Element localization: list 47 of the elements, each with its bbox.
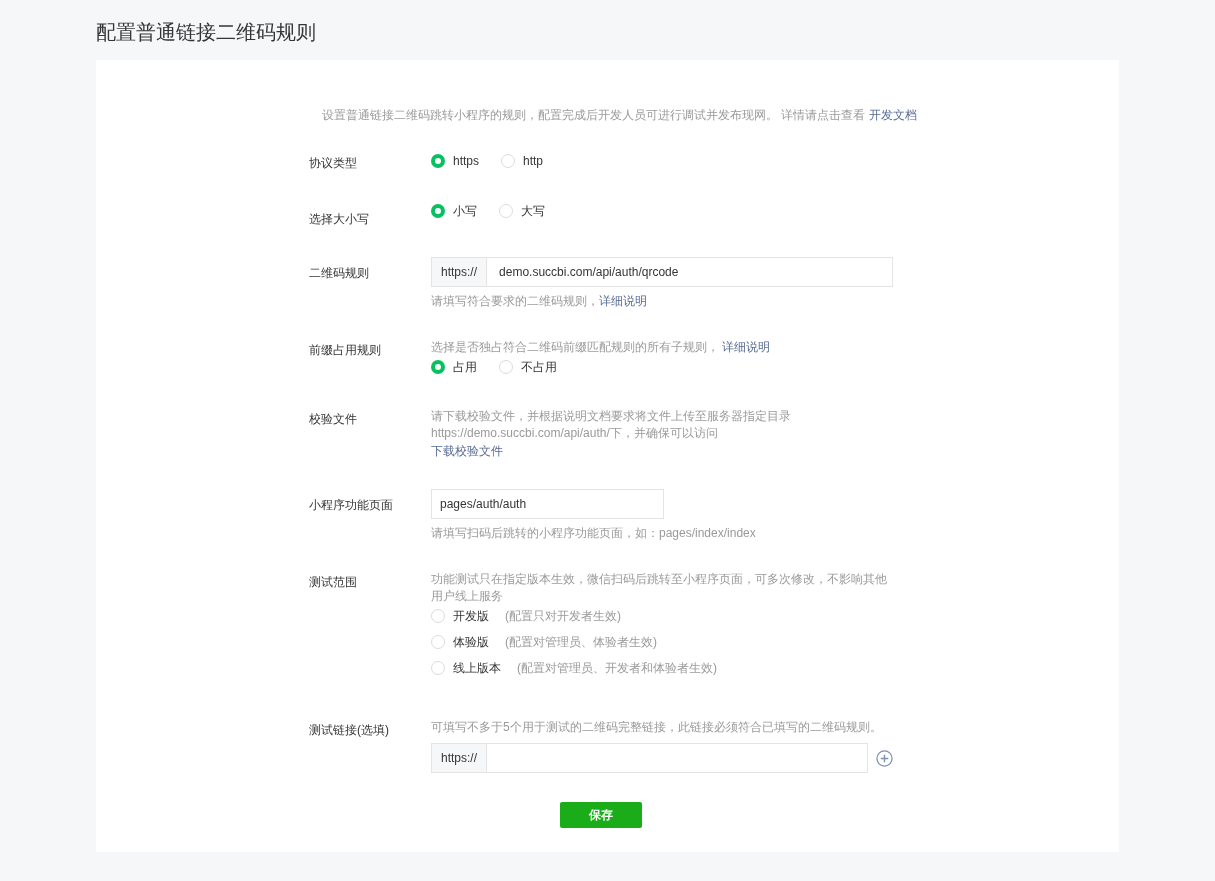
url-input[interactable]: demo.succbi.com/api/auth/qrcode	[486, 257, 893, 287]
description-text: 请下载校验文件，并根据说明文档要求将文件上传至服务器指定目录https://demo.succbi.com/api/auth/下，并确保可以访问	[431, 408, 792, 442]
field-label: 小程序功能页面	[309, 497, 394, 514]
url-prefix: https://	[431, 743, 488, 773]
field-label: 校验文件	[309, 411, 358, 428]
option-note: (配置只对开发者生效)	[505, 608, 621, 625]
option-note: (配置对管理员、开发者和体验者生效)	[517, 660, 717, 677]
radio-circle[interactable]	[431, 635, 445, 649]
radio-circle[interactable]	[431, 154, 445, 168]
field-label: 选择大小写	[309, 211, 370, 228]
download-link[interactable]: 下载校验文件	[431, 442, 503, 460]
radio-circle[interactable]	[431, 609, 445, 623]
radio-option[interactable]: 开发版 (配置只对开发者生效)	[431, 607, 871, 625]
radio-option[interactable]: 不占用	[499, 358, 557, 376]
radio-circle[interactable]	[499, 360, 513, 374]
radio-option[interactable]: 小写	[431, 202, 477, 220]
url-prefix: https://	[431, 257, 488, 287]
description-text: 可填写不多于5个用于测试的二维码完整链接，此链接必须符合已填写的二维码规则。	[431, 719, 883, 736]
details-link[interactable]: 详细说明	[599, 294, 647, 308]
radio-circle[interactable]	[501, 154, 515, 168]
field-label: 测试范围	[309, 574, 358, 591]
page-title: 配置普通链接二维码规则	[96, 20, 317, 45]
field-label: 二维码规则	[309, 265, 370, 282]
radio-option[interactable]: 体验版 (配置对管理员、体验者生效)	[431, 633, 871, 651]
radio-circle[interactable]	[499, 204, 513, 218]
url-input[interactable]	[486, 743, 868, 773]
radio-option[interactable]: 大写	[499, 202, 545, 220]
radio-circle[interactable]	[431, 360, 445, 374]
field-label: 协议类型	[309, 155, 358, 172]
radio-option[interactable]: 占用	[431, 358, 477, 376]
field-label: 前缀占用规则	[309, 342, 382, 359]
option-note: (配置对管理员、体验者生效)	[505, 634, 657, 651]
hint-text: 请填写扫码后跳转的小程序功能页面，如：pages/index/index	[431, 525, 757, 542]
add-icon[interactable]	[876, 749, 893, 767]
radio-option[interactable]: https	[431, 152, 479, 170]
docs-link[interactable]: 开发文档	[868, 108, 917, 122]
description-text: 功能测试只在指定版本生效，微信扫码后跳转至小程序页面，可多次修改，不影响其他用户线上服务	[431, 571, 888, 605]
radio-option[interactable]: 线上版本 (配置对管理员、开发者和体验者生效)	[431, 659, 871, 677]
intro-text: 设置普通链接二维码跳转小程序的规则，配置完成后开发人员可进行调试并发布现网。 详情请点击查看 开发文档	[322, 107, 918, 124]
details-link[interactable]: 详细说明	[722, 340, 771, 354]
field-label: 测试链接(选填)	[309, 722, 390, 739]
text-input[interactable]: pages/auth/auth	[431, 489, 664, 519]
hint-text: 请填写符合要求的二维码规则，详细说明	[431, 293, 648, 310]
radio-circle[interactable]	[431, 661, 445, 675]
radio-circle[interactable]	[431, 204, 445, 218]
description-text: 选择是否独占符合二维码前缀匹配规则的所有子规则， 详细说明	[431, 339, 772, 356]
radio-option[interactable]: http	[501, 152, 544, 170]
